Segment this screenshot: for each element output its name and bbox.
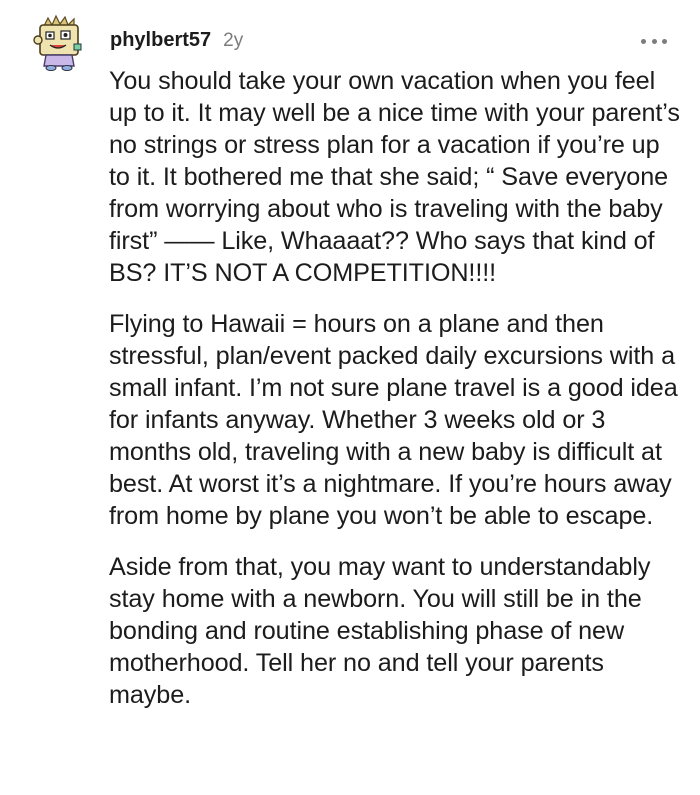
more-options-icon[interactable] (641, 36, 667, 46)
comment-body: You should take your own vacation when y… (109, 65, 684, 730)
dot (651, 38, 657, 44)
comment-age: 2y (223, 30, 244, 51)
username-link[interactable]: phylbert57 (110, 29, 211, 52)
user-avatar-icon[interactable] (30, 14, 88, 72)
comment-paragraph: You should take your own vacation when y… (109, 67, 680, 287)
dot (641, 38, 646, 44)
dot (662, 38, 667, 44)
comment-paragraph: Aside from that, you may want to underst… (109, 553, 651, 709)
comment-paragraph: Flying to Hawaii = hours on a plane and … (109, 310, 678, 530)
comment-header: phylbert57 2y (110, 29, 243, 55)
comment: phylbert57 2y You should take your own v… (0, 0, 700, 795)
